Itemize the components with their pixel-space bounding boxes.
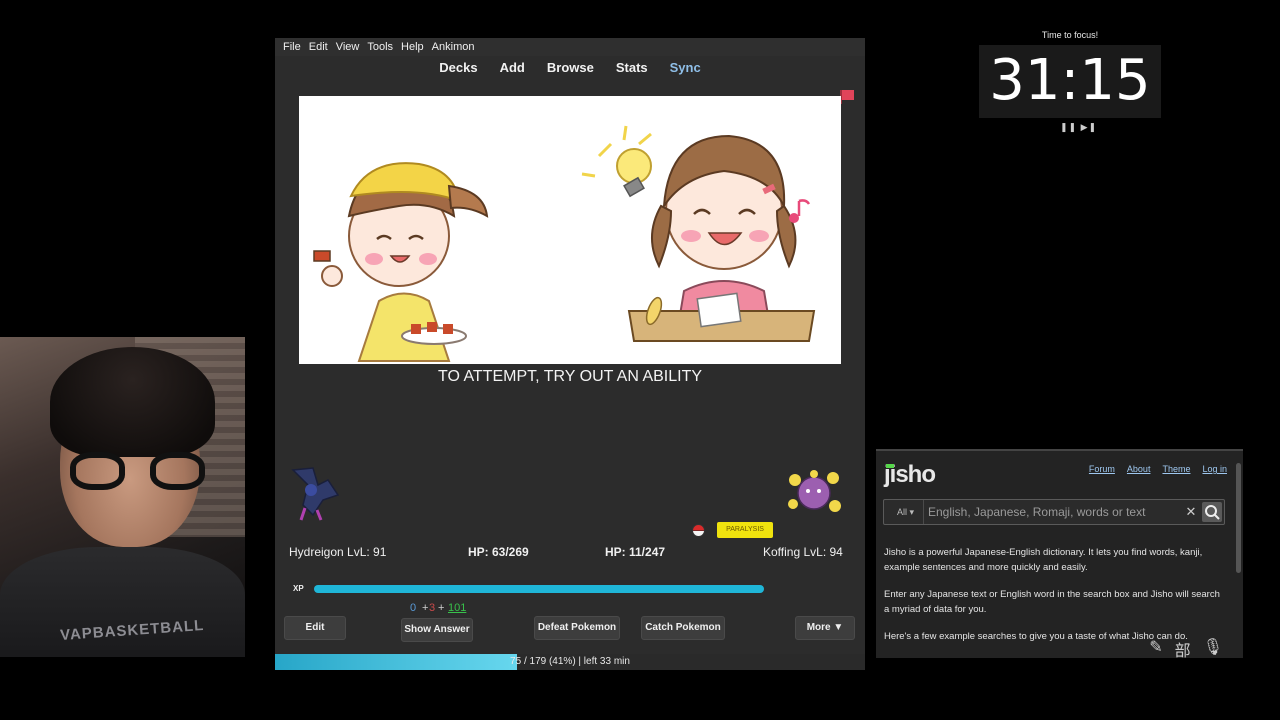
edit-button[interactable]: Edit — [284, 616, 346, 640]
nav-login[interactable]: Log in — [1202, 464, 1227, 474]
main-toolbar: Decks Add Browse Stats Sync — [275, 56, 865, 80]
nav-theme[interactable]: Theme — [1162, 464, 1190, 474]
menu-help[interactable]: Help — [401, 38, 424, 56]
webcam-feed: VAPBASKETBALL — [0, 337, 245, 657]
battle-stats: Hydreigon LvL: 91 HP: 63/269 HP: 11/247 … — [275, 545, 865, 561]
illustration-svg — [313, 125, 816, 362]
intro-paragraph: Jisho is a powerful Japanese-English dic… — [884, 547, 1203, 573]
toolbar-browse[interactable]: Browse — [547, 56, 594, 80]
learn-count: 3 — [429, 602, 436, 614]
progress-text: 75 / 179 (41%) | left 33 min — [510, 656, 630, 667]
card-front-text: TO ATTEMPT, TRY OUT AN ABILITY — [437, 368, 703, 385]
studying-girl-figure — [581, 125, 816, 342]
menu-bar: File Edit View Tools Help Ankimon — [275, 38, 865, 56]
review-progress-bar: 75 / 179 (41%) | left 33 min — [275, 654, 865, 670]
radical-icon[interactable]: 部 — [1175, 637, 1191, 661]
pokeball-icon — [692, 524, 705, 537]
catch-pokemon-button[interactable]: Catch Pokemon — [641, 616, 725, 640]
clear-icon[interactable]: ✕ — [1184, 500, 1198, 524]
search-button[interactable] — [1202, 502, 1222, 522]
koffing-sprite — [785, 468, 843, 516]
count-separator: + — [438, 602, 445, 614]
desktop: VAPBASKETBALL File Edit View Tools Help … — [0, 0, 1280, 720]
scrollbar[interactable] — [1236, 463, 1241, 573]
card-flag-icon — [840, 90, 854, 104]
search-icon — [1205, 505, 1220, 520]
defeat-pokemon-button[interactable]: Defeat Pokemon — [534, 616, 620, 640]
review-count: 101 — [448, 602, 467, 614]
streamer-hair — [50, 347, 215, 457]
xp-bar — [314, 585, 764, 593]
more-button[interactable]: More ▼ — [795, 616, 855, 640]
search-category-select[interactable]: All ▾ — [888, 500, 924, 524]
menu-edit[interactable]: Edit — [309, 38, 328, 56]
jisho-search-bar: All ▾ ✕ — [883, 499, 1225, 525]
jisho-input-tools: ✎ 部 🎙 — [1149, 637, 1223, 661]
xp-bar-fill — [314, 585, 764, 593]
enemy-hp: HP: 11/247 — [605, 545, 666, 559]
player-pokemon-name: Hydreigon LvL: 91 — [289, 545, 387, 559]
show-answer-button[interactable]: Show Answer — [401, 618, 473, 642]
cooking-girl-figure — [313, 162, 489, 362]
toolbar-add[interactable]: Add — [500, 56, 525, 80]
anki-window: File Edit View Tools Help Ankimon Decks … — [275, 38, 865, 670]
hydreigon-sprite — [283, 460, 345, 522]
streamer-shirt — [0, 547, 245, 657]
streamer-glasses — [70, 452, 205, 492]
xp-label: XP — [293, 584, 304, 593]
menu-ankimon[interactable]: Ankimon — [432, 38, 475, 56]
due-counts: 0 + 3 + 101 — [275, 602, 865, 616]
toolbar-stats[interactable]: Stats — [616, 56, 648, 80]
toolbar-decks[interactable]: Decks — [439, 56, 477, 80]
nav-about[interactable]: About — [1127, 464, 1151, 474]
menu-file[interactable]: File — [283, 38, 301, 56]
menu-view[interactable]: View — [336, 38, 360, 56]
toolbar-sync[interactable]: Sync — [670, 56, 701, 80]
handwriting-icon[interactable]: ✎ — [1149, 637, 1162, 661]
player-hp: HP: 63/269 — [468, 545, 529, 559]
enemy-pokemon-name: Koffing LvL: 94 — [763, 545, 843, 559]
count-separator: + — [422, 602, 429, 614]
jisho-panel: jisho Forum About Theme Log in All ▾ ✕ J… — [876, 449, 1243, 661]
microphone-icon[interactable]: 🎙 — [1203, 637, 1223, 661]
intro-paragraph: Enter any Japanese text or English word … — [884, 589, 1220, 615]
search-input[interactable] — [928, 500, 1178, 524]
new-count: 0 — [410, 602, 417, 614]
timer-title: Time to focus! — [1041, 30, 1099, 40]
menu-tools[interactable]: Tools — [367, 38, 393, 56]
focus-timer: 31:15 — [979, 45, 1161, 118]
status-badge: PARALYSIS — [717, 522, 773, 538]
jisho-nav: Forum About Theme Log in — [1077, 464, 1227, 474]
timer-controls[interactable]: ❚❚ ▶❚ — [1060, 122, 1097, 133]
card-illustration — [299, 96, 841, 364]
nav-forum[interactable]: Forum — [1089, 464, 1115, 474]
timer-value: 31:15 — [989, 48, 1151, 113]
jisho-logo[interactable]: jisho — [884, 461, 936, 489]
